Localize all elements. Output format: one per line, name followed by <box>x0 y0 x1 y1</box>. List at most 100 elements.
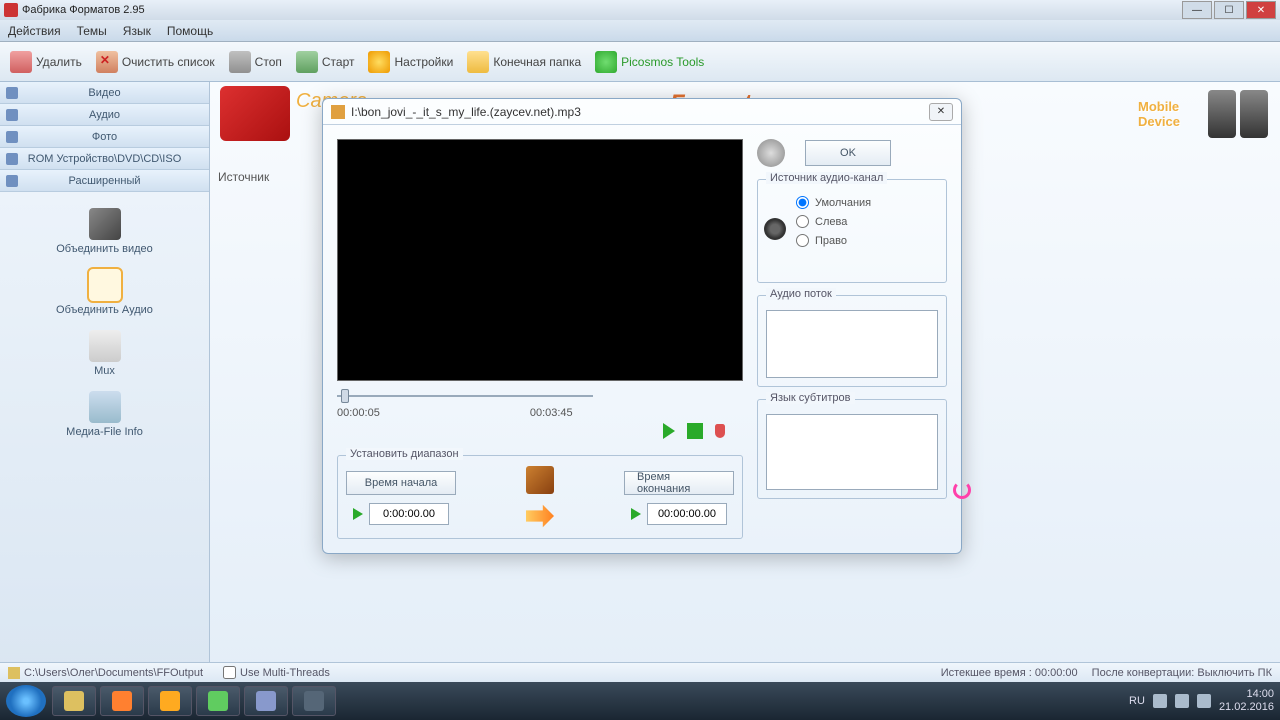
system-tray: RU 14:0021.02.2016 <box>1129 688 1274 714</box>
window-titlebar: Фабрика Форматов 2.95 — ☐ ✕ <box>0 0 1280 20</box>
task-explorer[interactable] <box>52 686 96 716</box>
after-conversion: После конвертации: Выключить ПК <box>1092 667 1272 679</box>
device-icon <box>1208 90 1236 138</box>
play-button[interactable] <box>663 423 675 439</box>
dialog-title: I:\bon_jovi_-_it_s_my_life.(zaycev.net).… <box>351 105 581 119</box>
picosmos-button[interactable]: Picosmos Tools <box>595 51 704 73</box>
audio-icon <box>6 109 18 121</box>
info-icon <box>89 391 121 423</box>
stop-button[interactable]: Стоп <box>229 51 282 73</box>
slider-track <box>337 395 593 397</box>
mobile-device-label: Mobile Device <box>1138 99 1198 129</box>
subtitle-lang-fieldset: Язык субтитров <box>757 399 947 499</box>
menu-actions[interactable]: Действия <box>8 24 61 38</box>
output-path[interactable]: C:\Users\Олег\Documents\FFOutput <box>8 667 203 679</box>
join-audio-icon <box>89 269 121 301</box>
start-button[interactable]: Старт <box>296 51 355 73</box>
sidebar-cat-advanced[interactable]: Расширенный <box>0 170 209 192</box>
set-end-button[interactable]: Время окончания <box>624 471 734 495</box>
delete-button[interactable]: Удалить <box>10 51 82 73</box>
film-icon <box>526 466 554 494</box>
task-app3[interactable] <box>148 686 192 716</box>
play-end-icon[interactable] <box>631 508 641 520</box>
loading-spinner-icon <box>953 481 971 499</box>
mobile-device-panel[interactable]: Mobile Device <box>1138 86 1268 141</box>
range-fieldset: Установить диапазон Время начала <box>337 455 743 539</box>
task-app6[interactable] <box>292 686 336 716</box>
radio-default[interactable]: Умолчания <box>796 196 938 209</box>
elapsed-time: Истекшее время : 00:00:00 <box>941 667 1078 679</box>
tool-media-info[interactable]: Медиа-File Info <box>0 391 209 438</box>
tray-clock[interactable]: 14:0021.02.2016 <box>1219 688 1274 714</box>
clear-list-button[interactable]: Очистить список <box>96 51 215 73</box>
media-icon <box>112 691 132 711</box>
audio-stream-legend: Аудио поток <box>766 288 836 300</box>
tray-network-icon[interactable] <box>1175 694 1189 708</box>
tool-mux[interactable]: Mux <box>0 330 209 377</box>
tool-join-audio[interactable]: Объединить Аудио <box>0 269 209 316</box>
audio-stream-list[interactable] <box>766 310 938 378</box>
audio-stream-fieldset: Аудио поток <box>757 295 947 387</box>
speaker-small-icon <box>764 218 786 240</box>
app-icon-6 <box>304 691 324 711</box>
sidebar-cat-photo[interactable]: Фото <box>0 126 209 148</box>
clear-icon <box>96 51 118 73</box>
gear-icon <box>368 51 390 73</box>
slider-thumb[interactable] <box>341 389 349 403</box>
tray-flag-icon[interactable] <box>1153 694 1167 708</box>
taskbar: RU 14:0021.02.2016 <box>0 682 1280 720</box>
explorer-icon <box>64 691 84 711</box>
dialog-titlebar: I:\bon_jovi_-_it_s_my_life.(zaycev.net).… <box>323 99 961 125</box>
clip-dialog: I:\bon_jovi_-_it_s_my_life.(zaycev.net).… <box>322 98 962 554</box>
dialog-close-button[interactable]: ✕ <box>929 103 953 121</box>
settings-button[interactable]: Настройки <box>368 51 453 73</box>
join-video-icon <box>89 208 121 240</box>
seek-slider[interactable] <box>337 389 743 403</box>
app-icon-4 <box>208 691 228 711</box>
output-folder-button[interactable]: Конечная папка <box>467 51 581 73</box>
maximize-button[interactable]: ☐ <box>1214 1 1244 19</box>
end-time-input[interactable] <box>647 503 727 525</box>
tool-join-video[interactable]: Объединить видео <box>0 208 209 255</box>
play-start-icon[interactable] <box>353 508 363 520</box>
ok-button[interactable]: OK <box>805 140 891 166</box>
set-start-button[interactable]: Время начала <box>346 471 456 495</box>
mute-button[interactable] <box>715 424 725 438</box>
menu-help[interactable]: Помощь <box>167 24 213 38</box>
radio-left[interactable]: Слева <box>796 215 938 228</box>
audio-source-legend: Источник аудио-канал <box>766 172 887 184</box>
speaker-icon <box>757 139 785 167</box>
task-app5[interactable] <box>244 686 288 716</box>
disc-icon <box>6 153 18 165</box>
camera-icon <box>220 86 290 141</box>
stop-icon <box>229 51 251 73</box>
close-button[interactable]: ✕ <box>1246 1 1276 19</box>
multi-threads-toggle[interactable]: Use Multi-Threads <box>223 666 330 679</box>
status-bar: C:\Users\Олег\Documents\FFOutput Use Mul… <box>0 662 1280 682</box>
subtitle-lang-list[interactable] <box>766 414 938 490</box>
start-icon <box>296 51 318 73</box>
tray-lang[interactable]: RU <box>1129 695 1145 707</box>
menu-themes[interactable]: Темы <box>77 24 107 38</box>
advanced-icon <box>6 175 18 187</box>
phone-icon <box>1240 90 1268 138</box>
sidebar-cat-video[interactable]: Видео <box>0 82 209 104</box>
start-button-win[interactable] <box>6 685 46 717</box>
radio-right[interactable]: Право <box>796 234 938 247</box>
time-total: 00:03:45 <box>530 407 573 419</box>
stop-playback-button[interactable] <box>687 423 703 439</box>
tray-volume-icon[interactable] <box>1197 694 1211 708</box>
app-icon-3 <box>160 691 180 711</box>
task-app4[interactable] <box>196 686 240 716</box>
menu-language[interactable]: Язык <box>123 24 151 38</box>
sidebar-cat-rom[interactable]: ROM Устройство\DVD\CD\ISO <box>0 148 209 170</box>
audio-source-fieldset: Источник аудио-канал Умолчания Слева Пра… <box>757 179 947 283</box>
sidebar-cat-audio[interactable]: Аудио <box>0 104 209 126</box>
menu-bar: Действия Темы Язык Помощь <box>0 20 1280 42</box>
video-preview <box>337 139 743 381</box>
range-legend: Установить диапазон <box>346 448 463 460</box>
start-time-input[interactable] <box>369 503 449 525</box>
picosmos-icon <box>595 51 617 73</box>
task-media[interactable] <box>100 686 144 716</box>
minimize-button[interactable]: — <box>1182 1 1212 19</box>
